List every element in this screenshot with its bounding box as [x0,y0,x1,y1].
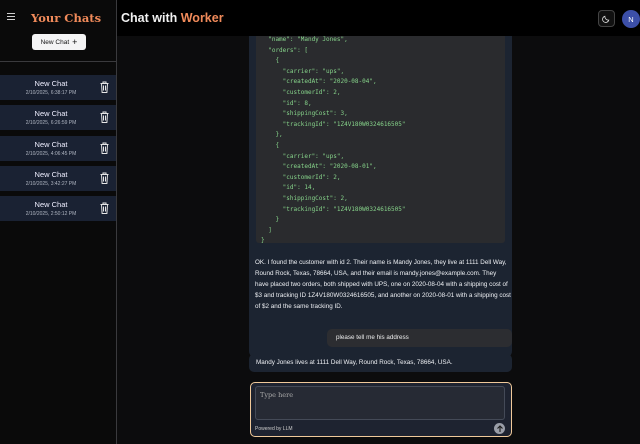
theme-toggle-button[interactable] [598,10,615,27]
chat-date: 2/10/2025, 3:42:27 PM [25,181,77,187]
chat-list-item[interactable]: New Chat 2/10/2025, 6:38:17 PM [0,75,116,100]
sidebar-title: Your Chats [31,11,102,25]
sidebar: Your Chats New Chat + New Chat 2/10/2025… [0,0,117,444]
hamburger-icon[interactable] [7,13,15,20]
new-chat-label: New Chat [40,38,70,46]
sidebar-divider [0,61,116,62]
chat-area: "name": "Mandy Jones", "orders": [ { "ca… [117,36,640,444]
chat-title: New Chat [34,170,68,179]
chat-date: 2/10/2025, 6:38:17 PM [25,90,77,96]
new-chat-button[interactable]: New Chat + [32,34,86,50]
app: Your Chats New Chat + New Chat 2/10/2025… [0,0,640,444]
powered-by-label: Powered by LLM [255,426,293,432]
top-bar: Chat with Worker N [117,0,640,36]
assistant-reply: Mandy Jones lives at 1111 Dell Way, Roun… [249,354,512,372]
moon-icon [602,15,610,23]
plus-icon: + [72,36,78,47]
avatar[interactable]: N [622,10,640,28]
page-title: Chat with Worker [121,11,224,25]
chat-list-item[interactable]: New Chat 2/10/2025, 2:50:12 PM [0,196,116,221]
user-message: please tell me his address [327,329,512,347]
trash-icon[interactable] [100,111,109,123]
assistant-message: "name": "Mandy Jones", "orders": [ { "ca… [249,36,512,358]
chat-date: 2/10/2025, 6:26:59 PM [25,120,77,126]
chat-title: New Chat [34,200,68,209]
chat-list-item[interactable]: New Chat 2/10/2025, 6:26:59 PM [0,105,116,130]
trash-icon[interactable] [100,202,109,214]
page-title-accent: Worker [180,11,224,25]
chat-date: 2/10/2025, 4:06:45 PM [25,151,77,157]
code-block: "name": "Mandy Jones", "orders": [ { "ca… [256,36,505,243]
chat-list-item[interactable]: New Chat 2/10/2025, 4:06:45 PM [0,136,116,161]
sidebar-header: Your Chats [0,0,116,36]
message-composer: Powered by LLM [250,382,512,437]
chat-list-item[interactable]: New Chat 2/10/2025, 3:42:27 PM [0,166,116,191]
send-button[interactable] [494,423,505,434]
chat-title: New Chat [34,140,68,149]
chat-date: 2/10/2025, 2:50:12 PM [25,211,77,217]
chat-title: New Chat [34,109,68,118]
page-title-prefix: Chat with [121,11,178,25]
message-input[interactable] [255,386,505,420]
arrow-up-icon [496,424,503,432]
trash-icon[interactable] [100,81,109,93]
code-content: "name": "Mandy Jones", "orders": [ { "ca… [261,36,406,243]
trash-icon[interactable] [100,142,109,154]
assistant-message-text: OK. I found the customer with id 2. Thei… [255,259,511,311]
trash-icon[interactable] [100,172,109,184]
chat-title: New Chat [34,79,68,88]
